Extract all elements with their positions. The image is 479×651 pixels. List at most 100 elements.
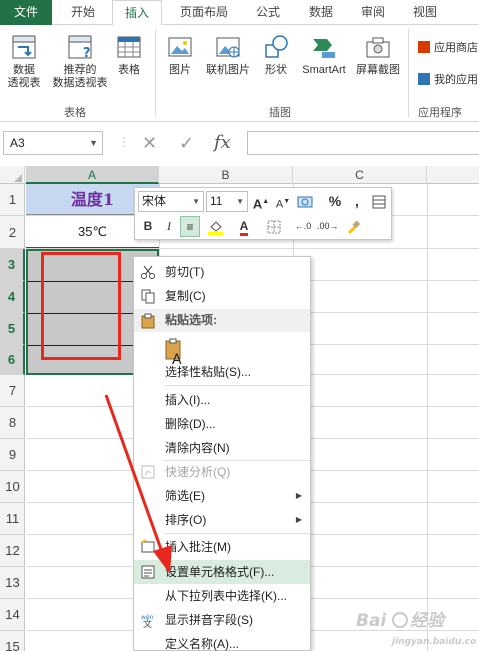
row-header[interactable]: 9 [0, 439, 25, 471]
menu-item-copy[interactable]: 复制(C) [134, 284, 310, 308]
menu-label: 粘贴选项: [165, 313, 217, 327]
row-header[interactable]: 10 [0, 471, 25, 503]
group-separator [408, 29, 409, 117]
insert-function-icon[interactable]: fx [214, 133, 231, 153]
align-center-icon[interactable]: ≡ [180, 216, 200, 237]
clipboard-icon [141, 313, 155, 329]
tab-view[interactable]: 视图 [402, 0, 448, 25]
menu-label: 筛选(E) [165, 489, 205, 503]
row-header[interactable]: 7 [0, 375, 25, 407]
pivot-table-label: 数据 透视表 [7, 64, 41, 89]
bold-button[interactable]: B [138, 216, 158, 237]
accounting-format-icon[interactable] [295, 191, 315, 212]
column-header-c[interactable]: C [293, 166, 427, 184]
tab-file[interactable]: 文件 [0, 0, 52, 25]
fill-color-icon[interactable] [203, 216, 229, 237]
font-size-select[interactable]: 11 ▼ [206, 191, 248, 212]
online-pictures-button[interactable]: 联机图片 [201, 33, 255, 77]
column-header-a[interactable]: A [26, 166, 159, 184]
row-header[interactable]: 12 [0, 535, 25, 567]
row-header[interactable]: 2 [0, 216, 25, 249]
shapes-button[interactable]: 形状 [258, 33, 294, 77]
name-box[interactable]: A3 ▼ [3, 131, 103, 155]
menu-item-show-phonetic[interactable]: wén 文 显示拼音字段(S) [134, 608, 310, 632]
font-name-select[interactable]: 宋体 ▼ [138, 191, 204, 212]
row-header[interactable]: 4 [0, 281, 25, 313]
pivot-table-button[interactable]: 数据 透视表 [2, 33, 46, 90]
chevron-down-icon[interactable]: ▼ [89, 132, 98, 154]
menu-item-insert[interactable]: 插入(I)... [134, 388, 310, 412]
tab-insert[interactable]: 插入 [112, 0, 162, 26]
menu-item-paste-special[interactable]: 选择性粘贴(S)... [134, 360, 310, 384]
screenshot-label: 屏幕截图 [356, 64, 400, 76]
menu-separator [164, 533, 310, 534]
menu-item-clear-contents[interactable]: 清除内容(N) [134, 436, 310, 460]
tab-page-layout[interactable]: 页面布局 [167, 0, 241, 25]
row-header[interactable]: 13 [0, 567, 25, 599]
menu-item-insert-comment[interactable]: 插入批注(M) [134, 535, 310, 559]
row-header[interactable]: 1 [0, 184, 25, 216]
formula-input[interactable] [247, 131, 479, 155]
increase-decimal-icon[interactable]: ←.0 [293, 216, 313, 237]
svg-text:?: ? [83, 46, 91, 61]
phonetic-icon: wén文 [141, 614, 154, 628]
italic-button[interactable]: I [159, 216, 179, 237]
store-button[interactable]: 应用商店 [418, 39, 478, 55]
paint-bucket-icon [208, 221, 223, 235]
border-grid-icon [267, 220, 281, 234]
my-apps-label: 我的应用 [434, 74, 478, 86]
tab-formulas[interactable]: 公式 [246, 0, 290, 25]
menu-item-sort[interactable]: 排序(O) ▶ [134, 508, 310, 532]
pictures-button[interactable]: 图片 [162, 33, 198, 77]
format-painter-icon[interactable] [343, 216, 363, 237]
group-separator [155, 29, 156, 117]
tab-data[interactable]: 数据 [298, 0, 344, 25]
enter-icon[interactable]: ✓ [179, 133, 194, 153]
row-header[interactable]: 5 [0, 313, 25, 345]
menu-item-cut[interactable]: 剪切(T) [134, 260, 310, 284]
format-table-icon[interactable] [369, 191, 389, 212]
table-icon [117, 36, 141, 58]
recommended-pivot-button[interactable]: ? 推荐的 数据透视表 [49, 33, 111, 90]
gridline [427, 184, 428, 651]
smartart-button[interactable]: SmartArt [296, 33, 352, 77]
decrease-decimal-icon[interactable]: .00→ [317, 216, 339, 237]
store-icon [418, 41, 430, 53]
increase-font-icon[interactable]: A▲ [251, 191, 271, 212]
select-all-button[interactable] [0, 166, 25, 184]
borders-icon[interactable] [261, 216, 287, 237]
format-cells-icon [141, 565, 155, 579]
shapes-icon [265, 35, 288, 58]
font-color-icon[interactable]: A [231, 216, 257, 237]
table-button[interactable]: 表格 [110, 33, 148, 77]
row-header[interactable]: 3 [0, 249, 25, 281]
tab-review[interactable]: 审阅 [350, 0, 396, 25]
pictures-label: 图片 [169, 64, 191, 76]
menu-item-pick-from-list[interactable]: 从下拉列表中选择(K)... [134, 584, 310, 608]
percent-style-button[interactable]: % [325, 191, 345, 212]
screenshot-button[interactable]: 屏幕截图 [352, 33, 404, 77]
row-header[interactable]: 6 [0, 345, 25, 375]
row-header[interactable]: 8 [0, 407, 25, 439]
menu-label: 插入批注(M) [165, 540, 231, 554]
menu-item-define-name[interactable]: 定义名称(A)... [134, 632, 310, 651]
menu-item-format-cells[interactable]: 设置单元格格式(F)... [134, 560, 310, 584]
tab-home[interactable]: 开始 [58, 0, 108, 25]
recommended-pivot-icon: ? [68, 35, 92, 61]
column-header-b[interactable]: B [159, 166, 293, 184]
chevron-down-icon[interactable]: ▼ [236, 192, 244, 211]
menu-item-delete[interactable]: 删除(D)... [134, 412, 310, 436]
decrease-font-icon[interactable]: A▼ [273, 191, 293, 212]
mini-toolbar: 宋体 ▼ 11 ▼ A▲ A▼ % , B I ≡ A ←.0 .00→ [134, 187, 392, 240]
menu-item-filter[interactable]: 筛选(E) ▶ [134, 484, 310, 508]
row-header[interactable]: 15 [0, 631, 25, 651]
comma-style-button[interactable]: , [347, 191, 367, 212]
cancel-icon[interactable]: ✕ [142, 133, 157, 153]
pivot-table-icon [12, 35, 36, 59]
row-header[interactable]: 11 [0, 503, 25, 535]
row-header[interactable]: 14 [0, 599, 25, 631]
my-apps-button[interactable]: 我的应用 [418, 71, 478, 87]
menu-label: 从下拉列表中选择(K)... [165, 589, 287, 603]
chevron-down-icon[interactable]: ▼ [192, 192, 200, 211]
submenu-arrow-icon: ▶ [295, 515, 302, 524]
